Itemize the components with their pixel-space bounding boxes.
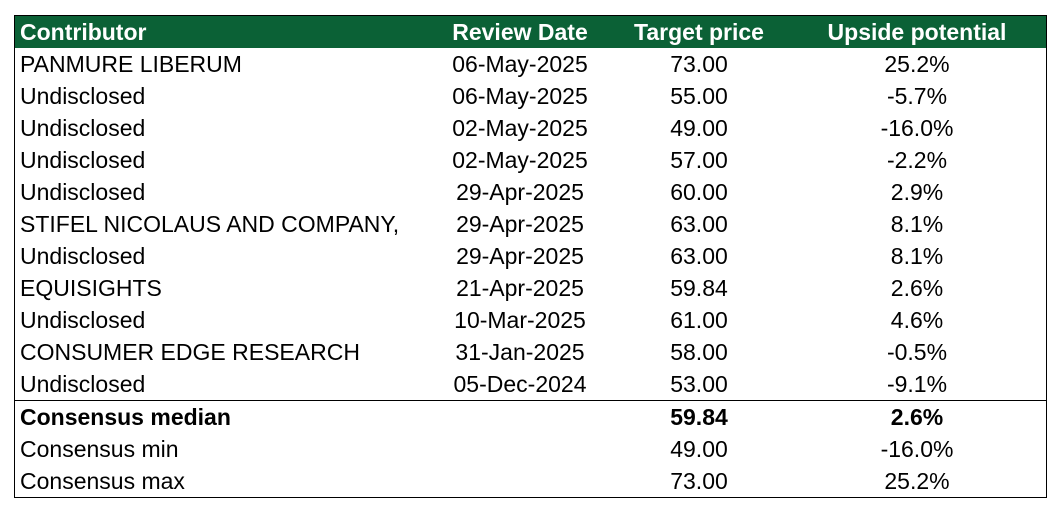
target-price-cell: 53.00 <box>670 371 728 397</box>
upside-cell: -2.2% <box>886 147 948 173</box>
review-date-cell: 02-May-2025 <box>452 147 588 173</box>
empty-cell <box>430 433 610 465</box>
target-price-cell: 63.00 <box>670 211 728 237</box>
contributor-cell: STIFEL NICOLAUS AND COMPANY, <box>20 211 400 237</box>
review-date-cell: 10-Mar-2025 <box>454 307 586 333</box>
review-date-cell: 31-Jan-2025 <box>455 339 585 365</box>
target-price-cell: 61.00 <box>670 307 728 333</box>
upside-cell: 8.1% <box>890 211 944 237</box>
target-price-cell: 55.00 <box>670 83 728 109</box>
table-row: Undisclosed 10-Mar-2025 61.00 4.6% <box>15 304 1046 336</box>
contributor-cell: CONSUMER EDGE RESEARCH <box>20 339 360 365</box>
contributor-cell: Undisclosed <box>20 115 146 141</box>
upside-cell: 2.9% <box>890 179 944 205</box>
table-row: Undisclosed 29-Apr-2025 63.00 8.1% <box>15 240 1046 272</box>
review-date-cell: 06-May-2025 <box>452 51 588 77</box>
target-price-cell: 60.00 <box>670 179 728 205</box>
summary-upside: 25.2% <box>884 468 950 494</box>
upside-cell: -0.5% <box>886 339 948 365</box>
contributor-cell: Undisclosed <box>20 371 146 397</box>
target-price-cell: 73.00 <box>670 51 728 77</box>
summary-price: 49.00 <box>670 436 728 462</box>
contributor-cell: Undisclosed <box>20 243 146 269</box>
header-contributor: Contributor <box>15 16 430 48</box>
review-date-cell: 05-Dec-2024 <box>453 371 587 397</box>
target-price-cell: 49.00 <box>670 115 728 141</box>
summary-upside: -16.0% <box>880 436 954 462</box>
table-row: CONSUMER EDGE RESEARCH 31-Jan-2025 58.00… <box>15 336 1046 368</box>
consensus-max-row: Consensus max 73.00 25.2% <box>15 465 1046 497</box>
target-price-table: Contributor Review Date Target price Ups… <box>15 16 1046 497</box>
upside-cell: 4.6% <box>890 307 944 333</box>
summary-price: 73.00 <box>670 468 728 494</box>
upside-cell: 25.2% <box>884 51 950 77</box>
review-date-cell: 29-Apr-2025 <box>456 211 584 237</box>
contributor-cell: Undisclosed <box>20 147 146 173</box>
table-row: Undisclosed 06-May-2025 55.00 -5.7% <box>15 80 1046 112</box>
empty-cell <box>430 465 610 497</box>
summary-upside: 2.6% <box>788 400 1046 433</box>
upside-cell: -9.1% <box>886 371 948 397</box>
consensus-median-row: Consensus median 59.84 2.6% <box>15 400 1046 433</box>
contributor-cell: Undisclosed <box>20 307 146 333</box>
header-target-price: Target price <box>610 16 788 48</box>
header-row: Contributor Review Date Target price Ups… <box>15 16 1046 48</box>
review-date-cell: 29-Apr-2025 <box>456 243 584 269</box>
contributor-cell: EQUISIGHTS <box>20 275 162 301</box>
header-review-date: Review Date <box>430 16 610 48</box>
contributor-cell: Undisclosed <box>20 83 146 109</box>
empty-cell <box>430 400 610 433</box>
target-price-cell: 59.84 <box>670 275 728 301</box>
review-date-cell: 06-May-2025 <box>452 83 588 109</box>
target-price-cell: 63.00 <box>670 243 728 269</box>
table-row: EQUISIGHTS 21-Apr-2025 59.84 2.6% <box>15 272 1046 304</box>
contributor-cell: Undisclosed <box>20 179 146 205</box>
review-date-cell: 21-Apr-2025 <box>456 275 584 301</box>
table-row: Undisclosed 02-May-2025 49.00 -16.0% <box>15 112 1046 144</box>
target-price-cell: 57.00 <box>670 147 728 173</box>
table-row: STIFEL NICOLAUS AND COMPANY, 29-Apr-2025… <box>15 208 1046 240</box>
table-row: Undisclosed 05-Dec-2024 53.00 -9.1% <box>15 368 1046 401</box>
table-row: Undisclosed 02-May-2025 57.00 -2.2% <box>15 144 1046 176</box>
summary-price: 59.84 <box>610 400 788 433</box>
contributor-cell: PANMURE LIBERUM <box>20 51 242 77</box>
upside-cell: -5.7% <box>886 83 948 109</box>
summary-label: Consensus max <box>20 468 185 494</box>
summary-label: Consensus min <box>20 436 179 462</box>
summary-label: Consensus median <box>15 400 430 433</box>
target-price-cell: 58.00 <box>670 339 728 365</box>
review-date-cell: 02-May-2025 <box>452 115 588 141</box>
consensus-table: Contributor Review Date Target price Ups… <box>14 15 1047 498</box>
table-row: Undisclosed 29-Apr-2025 60.00 2.9% <box>15 176 1046 208</box>
upside-cell: 8.1% <box>890 243 944 269</box>
upside-cell: 2.6% <box>890 275 944 301</box>
header-upside-potential: Upside potential <box>788 16 1046 48</box>
consensus-min-row: Consensus min 49.00 -16.0% <box>15 433 1046 465</box>
upside-cell: -16.0% <box>880 115 954 141</box>
review-date-cell: 29-Apr-2025 <box>456 179 584 205</box>
table-row: PANMURE LIBERUM 06-May-2025 73.00 25.2% <box>15 48 1046 80</box>
